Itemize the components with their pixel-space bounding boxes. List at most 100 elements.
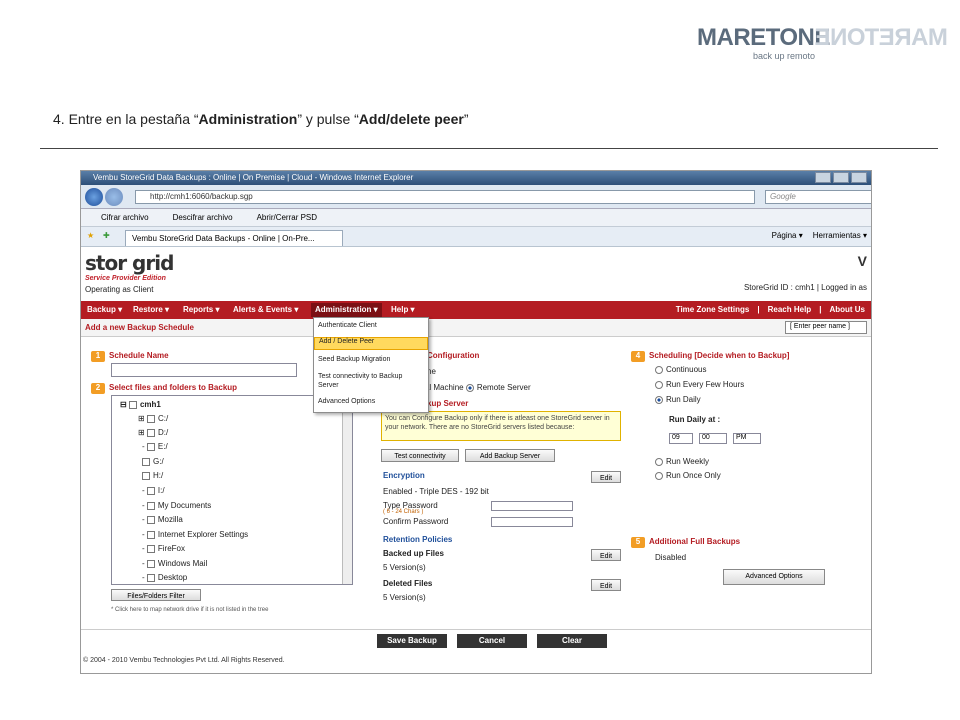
password-input[interactable]	[491, 501, 573, 511]
opt-daily[interactable]: Run Daily	[655, 395, 701, 404]
menu-administration[interactable]: Administration ▾	[311, 303, 382, 317]
menu-restore[interactable]: Restore ▾	[133, 305, 169, 314]
confirm-password-label: Confirm Password	[383, 517, 449, 526]
test-connectivity-button[interactable]: Test connectivity	[381, 449, 459, 462]
divider	[40, 148, 938, 149]
run-daily-at-label: Run Daily at :	[669, 415, 721, 424]
search-input[interactable]: Google	[765, 190, 871, 204]
ampm-select[interactable]: PM	[733, 433, 761, 444]
schedule-name-input[interactable]	[111, 363, 297, 377]
advanced-options-button[interactable]: Advanced Options	[723, 569, 825, 585]
tree-node[interactable]: H:/	[142, 471, 163, 480]
tree-node[interactable]: ⊞ D:/	[138, 428, 168, 437]
browser-screenshot: Vembu StoreGrid Data Backups : Online | …	[80, 170, 872, 674]
browser-tab[interactable]: Vembu StoreGrid Data Backups - Online | …	[125, 230, 343, 246]
tree-scrollbar[interactable]	[342, 396, 352, 584]
tree-node[interactable]: - FireFox	[142, 544, 185, 553]
dd-add-delete-peer[interactable]: Add / Delete Peer	[314, 337, 428, 350]
forward-icon[interactable]	[105, 188, 123, 206]
tree-node[interactable]: - Windows Mail	[142, 559, 207, 568]
time-zone-link[interactable]: Time Zone Settings	[676, 305, 750, 314]
logo-mirror-text: MARETONE	[815, 24, 948, 51]
hour-select[interactable]: 09	[669, 433, 693, 444]
opt-once[interactable]: Run Once Only	[655, 471, 721, 480]
tree-node[interactable]: ⊞ C:/	[138, 414, 168, 423]
additional-status: Disabled	[655, 553, 687, 562]
encryption-status: Enabled - Triple DES - 192 bit	[383, 487, 489, 496]
encryption-edit-button[interactable]: Edit	[591, 471, 621, 483]
deleted-versions: 5 Version(s)	[383, 593, 426, 602]
scheduling-label: Scheduling [Decide when to Backup]	[649, 351, 790, 360]
administration-dropdown: Authenticate Client Add / Delete Peer Se…	[313, 317, 429, 413]
map-drive-note[interactable]: * Click here to map network drive if it …	[111, 607, 268, 613]
menu-reports[interactable]: Reports ▾	[183, 305, 219, 314]
minimize-button[interactable]	[815, 172, 831, 183]
opt-few-hours[interactable]: Run Every Few Hours	[655, 380, 744, 389]
retention-heading: Retention Policies	[383, 535, 453, 544]
window-titlebar: Vembu StoreGrid Data Backups : Online | …	[81, 171, 871, 185]
backup-server-heading: kup Server	[427, 399, 469, 408]
minute-select[interactable]: 00	[699, 433, 727, 444]
addon-psd[interactable]: Abrir/Cerrar PSD	[257, 213, 317, 222]
backed-edit-button[interactable]: Edit	[591, 549, 621, 561]
dd-advanced-options[interactable]: Advanced Options	[314, 398, 428, 405]
dd-authenticate-client[interactable]: Authenticate Client	[314, 322, 428, 329]
tree-root[interactable]: ⊟ cmh1	[120, 400, 161, 409]
tools-menu[interactable]: Herramientas ▾	[813, 231, 867, 240]
instruction-prefix: 4. Entre en la pestaña “	[53, 111, 199, 127]
maretone-logo: MARETONE MARETONE back up remoto	[697, 24, 948, 64]
peer-select[interactable]: [ Enter peer name ]	[785, 321, 867, 334]
back-icon[interactable]	[85, 188, 103, 206]
addon-decrypt[interactable]: Descifrar archivo	[173, 213, 233, 222]
addon-encrypt[interactable]: Cifrar archivo	[101, 213, 149, 222]
form-footer: Save Backup Cancel Clear	[81, 629, 871, 653]
page-title: Add a new Backup Schedule	[85, 323, 194, 332]
tree-node[interactable]: - Desktop	[142, 573, 187, 582]
ie-addon-toolbar: Cifrar archivo Descifrar archivo Abrir/C…	[81, 209, 871, 227]
add-favorites-icon[interactable]: ✚	[103, 231, 110, 240]
app-header: stor grid Service Provider Edition Opera…	[81, 247, 871, 297]
files-filter-button[interactable]: Files/Folders Filter	[111, 589, 201, 601]
additional-label: Additional Full Backups	[649, 537, 741, 546]
favorites-star-icon[interactable]: ★	[87, 231, 94, 240]
tree-node[interactable]: - Internet Explorer Settings	[142, 530, 248, 539]
tree-node[interactable]: - E:/	[142, 442, 168, 451]
instruction-suffix: ”	[463, 111, 469, 127]
save-backup-button[interactable]: Save Backup	[377, 634, 447, 648]
backed-up-label: Backed up Files	[383, 549, 444, 558]
file-tree[interactable]: ⊟ cmh1 ⊞ C:/ ⊞ D:/ - E:/ G:/ H:/ - I:/ -…	[111, 395, 353, 585]
opt-continuous[interactable]: Continuous	[655, 365, 706, 374]
opt-weekly[interactable]: Run Weekly	[655, 457, 709, 466]
menu-help[interactable]: Help ▾	[391, 305, 415, 314]
main-content: 1 Schedule Name 2 Select files and folders…	[81, 337, 871, 629]
sub-header: Add a new Backup Schedule [ Enter peer n…	[81, 319, 871, 337]
backed-up-versions: 5 Version(s)	[383, 563, 426, 572]
storegrid-logo: stor grid	[85, 251, 174, 275]
tree-node[interactable]: - My Documents	[142, 501, 211, 510]
tree-node[interactable]: - I:/	[142, 486, 165, 495]
cancel-button[interactable]: Cancel	[457, 634, 527, 648]
menu-alerts[interactable]: Alerts & Events ▾	[233, 305, 298, 314]
confirm-password-input[interactable]	[491, 517, 573, 527]
scheduling-heading: 4 Scheduling [Decide when to Backup]	[631, 351, 789, 362]
maximize-button[interactable]	[833, 172, 849, 183]
tree-node[interactable]: - Mozilla	[142, 515, 183, 524]
clear-button[interactable]: Clear	[537, 634, 607, 648]
close-button[interactable]	[851, 172, 867, 183]
address-bar[interactable]: http://cmh1:6060/backup.sgp	[135, 190, 755, 204]
page-menu[interactable]: Página ▾	[772, 231, 803, 240]
dd-seed-migration[interactable]: Seed Backup Migration	[314, 356, 428, 363]
schedule-name-heading: 1 Schedule Name	[91, 351, 169, 362]
dd-test-connectivity[interactable]: Test connectivity to Backup Server	[314, 372, 424, 390]
files-heading: 2 Select files and folders to Backup	[91, 383, 237, 394]
instruction-tab: Administration	[198, 111, 298, 127]
add-backup-server-button[interactable]: Add Backup Server	[465, 449, 555, 462]
tree-node[interactable]: G:/	[142, 457, 164, 466]
reach-help-link[interactable]: Reach Help	[768, 305, 812, 314]
window-title: Vembu StoreGrid Data Backups : Online | …	[93, 173, 414, 182]
password-hint: ( 6 - 24 Chars )	[383, 509, 424, 515]
about-link[interactable]: About Us	[829, 305, 865, 314]
menu-backup[interactable]: Backup ▾	[87, 305, 122, 314]
deleted-edit-button[interactable]: Edit	[591, 579, 621, 591]
menu-sep: |	[757, 305, 760, 314]
